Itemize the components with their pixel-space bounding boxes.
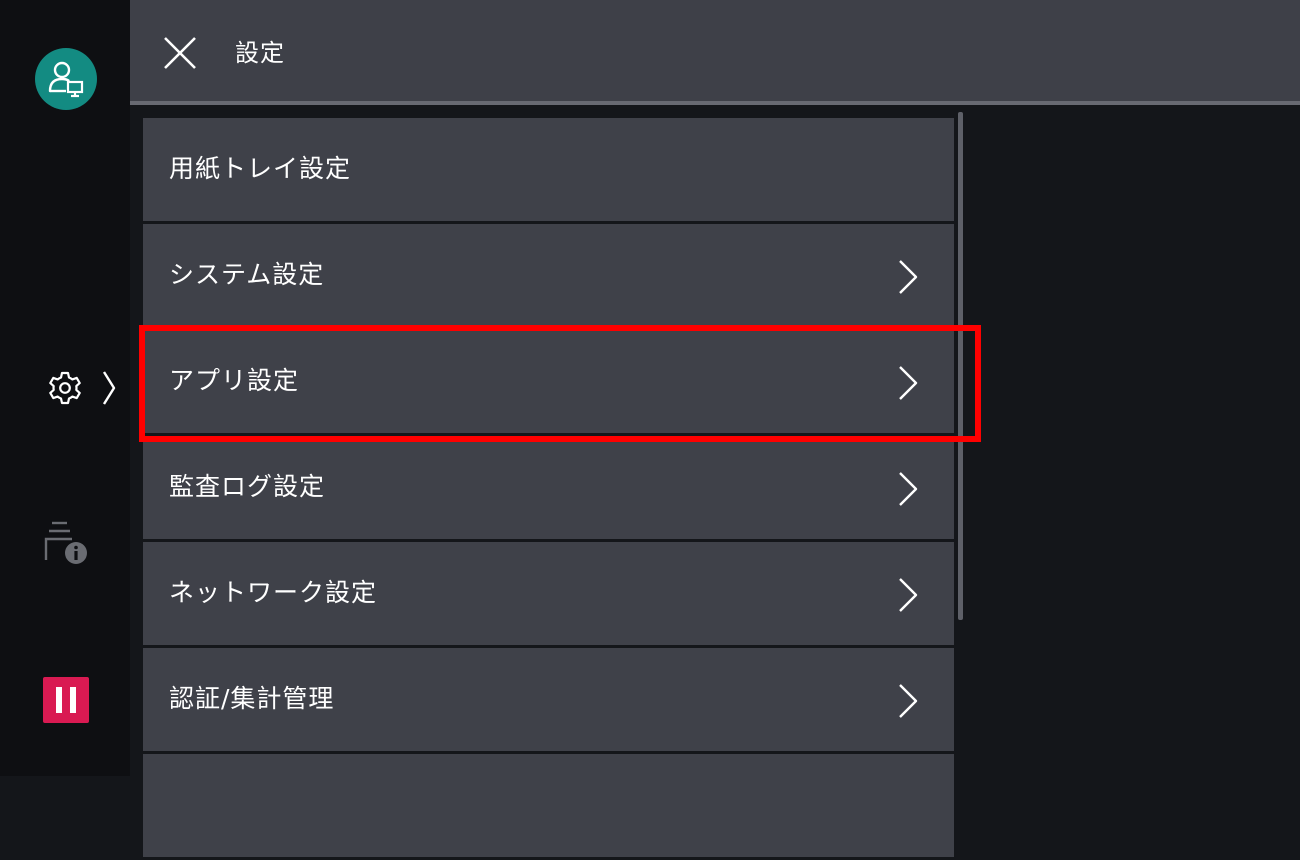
page-title: 設定 [235,39,285,67]
menu-item-app[interactable]: アプリ設定 [143,330,954,433]
menu-item-label: ネットワーク設定 [169,578,378,607]
menu-item-partial[interactable] [143,754,954,857]
tray-info-button[interactable] [42,520,92,568]
avatar[interactable] [35,48,97,110]
header-bar [130,0,1300,101]
settings-menu: 用紙トレイ設定 システム設定 アプリ設定 監査ログ設定 ネットワーク設定 認証/… [143,118,954,860]
chevron-right-icon [899,260,918,294]
chevron-right-icon [899,366,918,400]
menu-item-network[interactable]: ネットワーク設定 [143,542,954,645]
menu-item-label: 監査ログ設定 [169,472,326,501]
close-button[interactable] [160,33,200,73]
chevron-right-icon [899,684,918,718]
menu-item-audit-log[interactable]: 監査ログ設定 [143,436,954,539]
chevron-right-icon [102,371,116,405]
settings-nav-item[interactable] [46,366,118,410]
menu-item-label: システム設定 [169,260,325,289]
chevron-right-icon [899,578,918,612]
tray-info-icon [44,521,87,564]
gear-icon [49,371,81,405]
chevron-right-icon [899,472,918,506]
pause-button[interactable] [43,677,89,723]
scrollbar[interactable] [958,112,963,620]
menu-item-label: 用紙トレイ設定 [169,154,352,183]
menu-item-label: アプリ設定 [169,366,300,395]
menu-item-label: 認証/集計管理 [169,684,335,713]
menu-item-system[interactable]: システム設定 [143,224,954,327]
user-device-icon [48,61,84,98]
pause-icon-bar [70,687,76,713]
pause-icon [56,687,62,713]
menu-item-auth-accounting[interactable]: 認証/集計管理 [143,648,954,751]
close-icon [164,37,196,69]
header-divider [130,101,1300,105]
sidebar [0,0,130,776]
menu-item-paper-tray[interactable]: 用紙トレイ設定 [143,118,954,221]
